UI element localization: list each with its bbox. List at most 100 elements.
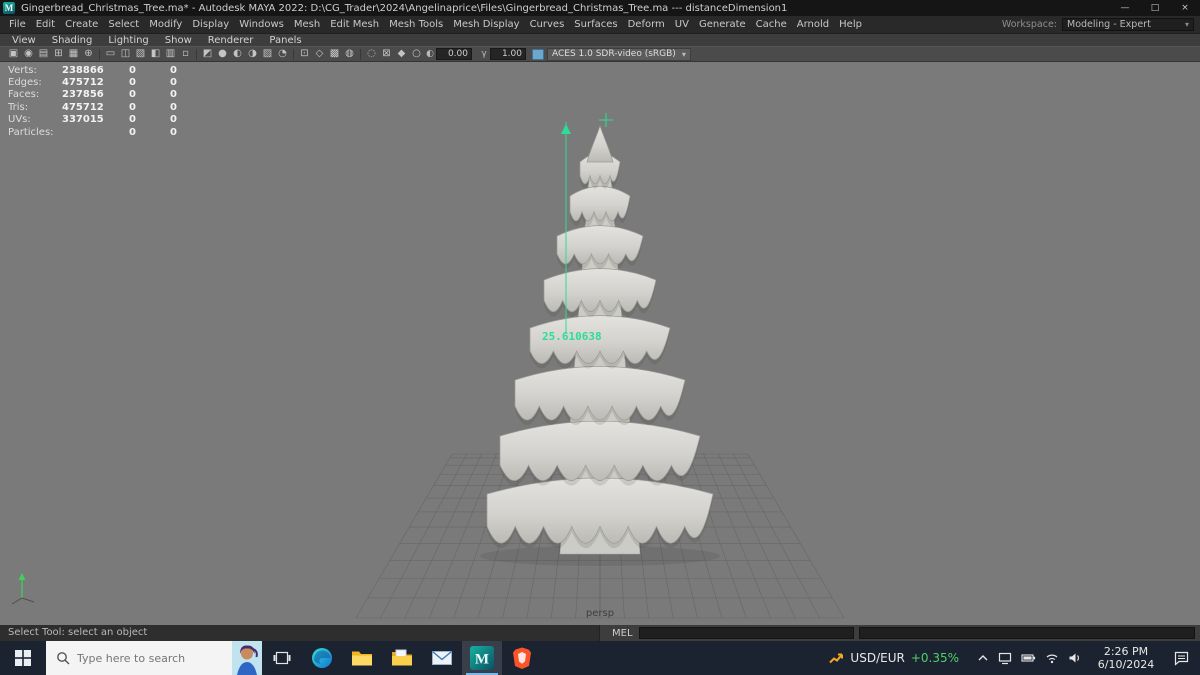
lock-camera-icon[interactable]: ▣ (6, 47, 21, 61)
file-explorer-button[interactable] (342, 641, 382, 675)
menu-modify[interactable]: Modify (144, 16, 187, 33)
shaded-mode-icon[interactable]: ● (215, 47, 230, 61)
wifi-icon[interactable] (1045, 652, 1059, 664)
use-all-lights-icon[interactable]: ◑ (245, 47, 260, 61)
menu-file[interactable]: File (4, 16, 31, 33)
gate-mask-icon[interactable]: ▧ (133, 47, 148, 61)
menu-generate[interactable]: Generate (694, 16, 751, 33)
gamma-field[interactable] (490, 48, 526, 60)
menu-arnold[interactable]: Arnold (792, 16, 834, 33)
minimize-button[interactable]: — (1110, 0, 1140, 16)
taskbar-clock[interactable]: 2:26 PM 6/10/2024 (1090, 641, 1162, 675)
documents-folder-button[interactable] (382, 641, 422, 675)
panel-menu-shading[interactable]: Shading (44, 34, 101, 47)
maximize-button[interactable]: □ (1140, 0, 1170, 16)
field-chart-icon[interactable]: ◧ (148, 47, 163, 61)
panel-menu-panels[interactable]: Panels (261, 34, 309, 47)
toolbar-separator (293, 48, 294, 60)
menu-mesh[interactable]: Mesh (289, 16, 325, 33)
depth-of-field-icon[interactable]: ▩ (327, 47, 342, 61)
menu-uv[interactable]: UV (670, 16, 694, 33)
menu-edit-mesh[interactable]: Edit Mesh (325, 16, 384, 33)
christmas-tree-model[interactable] (480, 124, 720, 566)
news-interests-widget[interactable]: USD/EUR +0.35% (818, 641, 969, 675)
display-icon[interactable] (998, 652, 1012, 665)
motion-blur-icon[interactable]: ⊡ (297, 47, 312, 61)
edge-browser-icon[interactable] (302, 641, 342, 675)
volume-icon[interactable] (1068, 652, 1082, 664)
hidden-icons-chevron-icon[interactable] (977, 653, 989, 663)
menu-mesh-display[interactable]: Mesh Display (448, 16, 524, 33)
hud-label: UVs: (8, 114, 31, 126)
viewport[interactable]: 25.610638 Verts: 238866 0 0 Edges: 475712 0 0 Fa… (0, 62, 1200, 625)
maya-taskbar-button[interactable]: M (462, 641, 502, 675)
brave-browser-button[interactable] (502, 641, 542, 675)
menu-display[interactable]: Display (187, 16, 234, 33)
menu-create[interactable]: Create (60, 16, 103, 33)
textured-mode-icon[interactable]: ◐ (230, 47, 245, 61)
wireframe-mode-icon[interactable]: ◩ (200, 47, 215, 61)
hud-c1: 475712 (62, 77, 104, 89)
menu-select[interactable]: Select (103, 16, 144, 33)
viewport-scene: 25.610638 (11, 113, 845, 619)
task-view-button[interactable] (262, 641, 302, 675)
menu-bar: File Edit Create Select Modify Display Windows… (0, 16, 1200, 33)
isolate-select-icon[interactable]: ◍ (342, 47, 357, 61)
menu-deform[interactable]: Deform (623, 16, 670, 33)
maya-icon: M (470, 646, 494, 670)
maya-application-window: M Gingerbread_Christmas_Tree.ma* - Autod… (0, 0, 1200, 675)
start-button[interactable] (0, 641, 46, 675)
action-center-button[interactable] (1162, 641, 1200, 675)
panel-menu-lighting[interactable]: Lighting (100, 34, 156, 47)
camera-attributes-icon[interactable]: ◉ (21, 47, 36, 61)
hud-c3: 0 (170, 64, 177, 76)
menu-edit[interactable]: Edit (31, 16, 60, 33)
clock-date: 6/10/2024 (1097, 658, 1155, 671)
exposure-icon: ◐ (426, 49, 434, 59)
stock-chart-icon (829, 653, 844, 664)
mel-result-field[interactable] (858, 627, 1195, 639)
workspace-dropdown[interactable]: Modeling - Expert ▾ (1062, 18, 1194, 31)
mel-command-input[interactable] (638, 627, 854, 639)
image-plane-icon[interactable]: ⊞ (51, 47, 66, 61)
anti-aliasing-icon[interactable]: ◇ (312, 47, 327, 61)
grease-pencil-icon[interactable]: ⊕ (81, 47, 96, 61)
film-gate-icon[interactable]: ▭ (103, 47, 118, 61)
xray-mode-icon[interactable]: ◌ (364, 47, 379, 61)
shadows-icon[interactable]: ▨ (260, 47, 275, 61)
close-button[interactable]: × (1170, 0, 1200, 16)
menu-help[interactable]: Help (834, 16, 867, 33)
hud-c3: 0 (170, 101, 177, 113)
search-input[interactable] (77, 651, 232, 665)
panel-menu-view[interactable]: View (4, 34, 44, 47)
color-management-icon[interactable] (532, 48, 544, 60)
hud-c1: 238866 (62, 64, 104, 76)
panel-menu-renderer[interactable]: Renderer (200, 34, 262, 47)
search-highlight-avatar[interactable] (232, 641, 262, 675)
maya-app-icon: M (3, 2, 15, 14)
gamma-icon: γ (481, 49, 487, 59)
workspace-label: Workspace: (1001, 19, 1057, 30)
exposure-toggle-icon[interactable]: ◆ (394, 47, 409, 61)
exposure-field[interactable] (436, 48, 472, 60)
mail-button[interactable] (422, 641, 462, 675)
safe-title-icon[interactable]: ▫ (178, 47, 193, 61)
safe-action-icon[interactable]: ▥ (163, 47, 178, 61)
menu-mesh-tools[interactable]: Mesh Tools (384, 16, 448, 33)
resolution-gate-icon[interactable]: ◫ (118, 47, 133, 61)
taskbar-search[interactable] (46, 641, 262, 675)
menu-windows[interactable]: Windows (234, 16, 289, 33)
panel-menu-show[interactable]: Show (157, 34, 200, 47)
heads-up-display: Verts: 238866 0 0 Edges: 475712 0 0 Faces: 237856… (8, 64, 177, 138)
menu-surfaces[interactable]: Surfaces (569, 16, 622, 33)
screen-space-ao-icon[interactable]: ◔ (275, 47, 290, 61)
menu-curves[interactable]: Curves (525, 16, 570, 33)
hud-c3: 0 (170, 89, 177, 101)
2d-pan-zoom-icon[interactable]: ▦ (66, 47, 81, 61)
battery-icon[interactable] (1021, 652, 1036, 664)
menu-cache[interactable]: Cache (751, 16, 792, 33)
view-transform-dropdown[interactable]: ACES 1.0 SDR-video (sRGB) ▾ (547, 47, 691, 61)
bookmarks-icon[interactable]: ▤ (36, 47, 51, 61)
gamma-toggle-icon[interactable]: ○ (409, 47, 424, 61)
wireframe-on-shaded-icon[interactable]: ⊠ (379, 47, 394, 61)
